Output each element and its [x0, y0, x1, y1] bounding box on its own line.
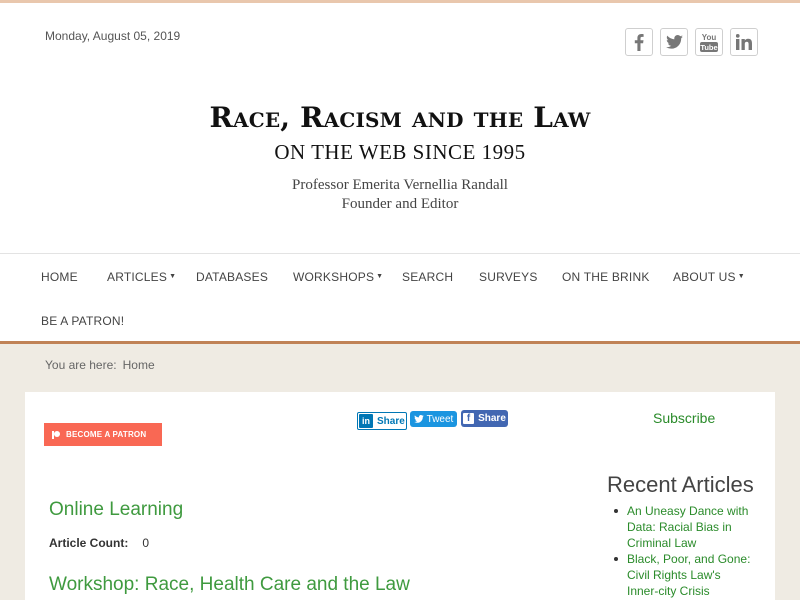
- patron-button-label: BECOME A PATRON: [66, 430, 147, 439]
- social-links: You Tube: [625, 28, 758, 56]
- nav-item-on-the-brink[interactable]: ON THE BRINK: [562, 270, 650, 284]
- linkedin-share-button[interactable]: in Share: [357, 412, 407, 430]
- editor-credit: Professor Emerita Vernellia Randall Foun…: [0, 176, 800, 214]
- nav-item-home[interactable]: HOME: [41, 270, 78, 284]
- svg-text:You: You: [702, 33, 717, 42]
- site-header: Monday, August 05, 2019 You Tube Race, R…: [0, 3, 800, 253]
- article-count: Article Count: 0: [49, 536, 149, 550]
- recent-articles-list: An Uneasy Dance with Data: Racial Bias i…: [612, 503, 752, 599]
- editor-role: Founder and Editor: [341, 196, 459, 212]
- breadcrumb-home-link[interactable]: Home: [123, 358, 155, 372]
- facebook-icon: f: [463, 413, 475, 424]
- tweet-button[interactable]: Tweet: [410, 411, 457, 427]
- become-patron-button[interactable]: BECOME A PATRON: [44, 423, 162, 446]
- site-subtitle: ON THE WEB SINCE 1995: [274, 140, 526, 164]
- nav-item-databases[interactable]: DATABASES: [196, 270, 268, 284]
- youtube-icon[interactable]: You Tube: [695, 28, 723, 56]
- site-title[interactable]: Race, Racism and the Law: [0, 101, 800, 134]
- nav-item-label: ON THE BRINK: [562, 270, 650, 284]
- facebook-share-button[interactable]: f Share: [461, 410, 508, 427]
- svg-text:Tube: Tube: [700, 43, 717, 52]
- nav-item-label: BE A PATRON!: [41, 314, 125, 328]
- article-count-label: Article Count:: [49, 536, 129, 550]
- current-date: Monday, August 05, 2019: [45, 29, 181, 43]
- article-count-value: 0: [142, 536, 150, 550]
- chevron-down-icon: ▼: [376, 273, 384, 280]
- nav-item-workshops[interactable]: WORKSHOPS ▼: [293, 270, 383, 284]
- list-item[interactable]: Black, Poor, and Gone: Civil Rights Law'…: [612, 551, 752, 599]
- nav-item-search[interactable]: SEARCH: [402, 270, 453, 284]
- twitter-icon[interactable]: [660, 28, 688, 56]
- nav-item-be-a-patron[interactable]: BE A PATRON!: [41, 314, 124, 328]
- facebook-icon[interactable]: [625, 28, 653, 56]
- linkedin-icon: in: [359, 414, 373, 428]
- chevron-down-icon: ▼: [169, 273, 177, 280]
- professor-name: Professor Emerita Vernellia Randall: [292, 177, 508, 193]
- nav-item-surveys[interactable]: SURVEYS: [479, 270, 538, 284]
- breadcrumb: You are here: Home: [45, 358, 155, 372]
- section-title-workshop[interactable]: Workshop: Race, Health Care and the Law: [49, 574, 410, 596]
- tweet-label: Tweet: [426, 413, 454, 425]
- linkedin-icon[interactable]: [730, 28, 758, 56]
- facebook-share-label: Share: [478, 413, 506, 424]
- nav-item-label: ABOUT US: [673, 270, 736, 284]
- nav-item-label: DATABASES: [196, 270, 269, 284]
- linkedin-share-label: Share: [377, 415, 405, 427]
- twitter-icon: [413, 415, 424, 423]
- nav-item-label: ARTICLES: [107, 270, 168, 284]
- section-title-online-learning[interactable]: Online Learning: [49, 499, 183, 521]
- patreon-icon: [52, 430, 60, 439]
- recent-articles-title: Recent Articles: [607, 472, 754, 497]
- chevron-down-icon: ▼: [737, 273, 745, 280]
- nav-item-label: WORKSHOPS: [293, 270, 375, 284]
- nav-item-label: SURVEYS: [479, 270, 538, 284]
- nav-item-label: SEARCH: [402, 270, 454, 284]
- nav-item-label: HOME: [41, 270, 78, 284]
- breadcrumb-prefix: You are here:: [45, 358, 117, 372]
- subscribe-link[interactable]: Subscribe: [653, 410, 715, 426]
- nav-item-articles[interactable]: ARTICLES ▼: [107, 270, 176, 284]
- list-item[interactable]: An Uneasy Dance with Data: Racial Bias i…: [612, 503, 752, 551]
- main-navigation: HOME ARTICLES ▼ DATABASES WORKSHOPS ▼ SEAR…: [0, 253, 800, 344]
- nav-item-about-us[interactable]: ABOUT US ▼: [673, 270, 745, 284]
